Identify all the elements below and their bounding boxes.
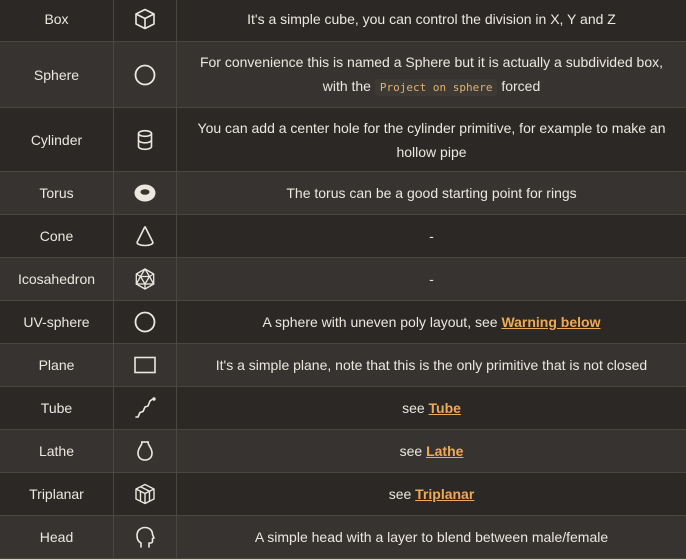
table-row: Head A simple head with a layer to blend… <box>0 516 686 559</box>
triplanar-link[interactable]: Triplanar <box>415 486 474 502</box>
primitive-description: It's a simple cube, you can control the … <box>247 11 616 27</box>
table-row: Cylinder You can add a center hole for t… <box>0 108 686 172</box>
primitive-name: Torus <box>0 172 114 214</box>
vase-icon <box>137 441 153 461</box>
circle-icon <box>134 311 156 333</box>
tube-link[interactable]: Tube <box>429 400 461 416</box>
torus-icon <box>134 184 156 202</box>
primitive-description: A sphere with uneven poly layout, see <box>262 314 498 330</box>
primitive-description: You can add a center hole for the cylind… <box>197 119 666 160</box>
primitive-name: Triplanar <box>0 473 114 515</box>
primitive-description: - <box>429 271 434 287</box>
primitive-description: A simple head with a layer to blend betw… <box>254 529 609 545</box>
primitive-name: Box <box>0 0 114 41</box>
inline-code: Project on sphere <box>374 78 498 96</box>
cylinder-icon <box>137 129 153 150</box>
primitive-description-end: forced <box>501 77 541 94</box>
table-row: Lathe see Lathe <box>0 430 686 473</box>
table-row: Icosahedron - <box>0 258 686 301</box>
primitive-name: Cylinder <box>0 108 114 171</box>
lathe-link[interactable]: Lathe <box>426 443 463 459</box>
primitive-name: Plane <box>0 344 114 386</box>
circle-icon <box>134 64 156 85</box>
primitive-name: UV-sphere <box>0 301 114 343</box>
warning-below-link[interactable]: Warning below <box>501 314 600 330</box>
curve-icon <box>135 397 156 418</box>
primitive-name: Cone <box>0 215 114 257</box>
table-row: UV-sphere A sphere with uneven poly layo… <box>0 301 686 344</box>
head-icon <box>136 526 155 548</box>
primitive-name: Lathe <box>0 430 114 472</box>
primitive-description: see <box>402 400 425 416</box>
table-row: Tube see Tube <box>0 387 686 430</box>
primitive-name: Sphere <box>0 42 114 107</box>
table-row: Triplanar see Triplanar <box>0 473 686 516</box>
primitive-description: - <box>429 228 434 244</box>
primitive-description: see <box>388 486 412 502</box>
primitive-description: see <box>399 443 423 459</box>
cube-icon <box>135 8 155 30</box>
icosahedron-icon <box>135 268 155 290</box>
rectangle-icon <box>134 356 156 374</box>
primitive-name: Icosahedron <box>0 258 114 300</box>
table-row: Sphere For convenience this is named a S… <box>0 42 686 108</box>
cone-icon <box>136 226 154 247</box>
primitive-name: Tube <box>0 387 114 429</box>
primitive-description: The torus can be a good starting point f… <box>286 185 577 201</box>
primitive-description: It's a simple plane, note that this is t… <box>215 357 648 373</box>
table-row: Plane It's a simple plane, note that thi… <box>0 344 686 387</box>
primitives-table: Box It's a simple cube, you can control … <box>0 0 686 559</box>
table-row: Torus The torus can be a good starting p… <box>0 172 686 215</box>
table-row: Cone - <box>0 215 686 258</box>
triplanar-cube-icon <box>135 483 155 505</box>
table-row: Box It's a simple cube, you can control … <box>0 0 686 42</box>
